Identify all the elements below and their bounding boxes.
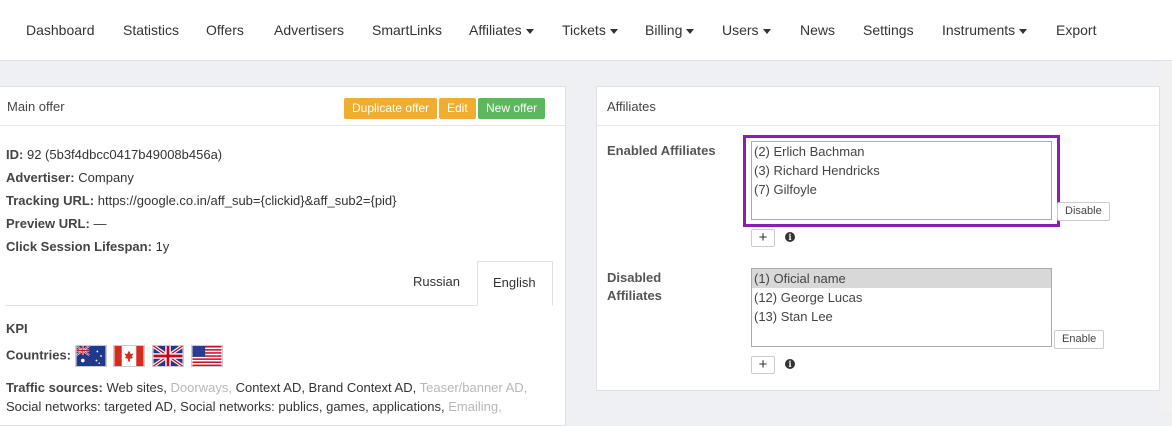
disabled-affiliates-label-line-1: Disabled [607,270,662,285]
offer-id-value: 92 (5b3f4dbcc0417b49008b456a) [26,147,223,162]
countries-line: Countries: [6,345,226,367]
nav-users-dropdown[interactable]: Users [722,22,771,38]
session-lifespan-value: 1y [155,239,170,254]
nav-offers[interactable]: Offers [206,22,244,38]
list-item[interactable]: (1) Oficial name [752,269,1051,288]
nav-billing-label: Billing [645,22,683,38]
plus-icon: + [758,356,768,373]
affiliates-title: Affiliates [597,87,1159,126]
edit-button[interactable]: Edit [439,98,476,119]
offer-id-line: ID: 92 (5b3f4dbcc0417b49008b456a) [6,147,222,162]
new-offer-button[interactable]: New offer [478,98,546,119]
traffic-source-item-disabled: Emailing, [448,399,502,414]
nav-affiliates-dropdown[interactable]: Affiliates [469,22,534,38]
usa-flag-icon [190,345,223,367]
disabled-affiliates-label-line-2: Affiliates [607,288,662,303]
chevron-down-icon [609,28,618,34]
uk-flag-icon [151,345,184,367]
offer-id-label: ID: [6,147,24,162]
nav-statistics[interactable]: Statistics [123,22,179,38]
disabled-affiliates-label: Disabled Affiliates [607,269,662,305]
advertiser-label: Advertiser: [6,170,75,185]
nav-tickets-label: Tickets [562,22,606,38]
nav-tickets-dropdown[interactable]: Tickets [562,22,618,38]
scrollbar[interactable] [1158,61,1172,411]
advertiser-value: Company [78,170,134,185]
tab-russian[interactable]: Russian [398,261,475,306]
chevron-down-icon [686,28,695,34]
chevron-down-icon [1019,28,1028,34]
nav-instruments-label: Instruments [942,22,1016,38]
nav-settings[interactable]: Settings [863,22,914,38]
info-icon[interactable]: i [785,359,795,369]
tracking-url-label: Tracking URL: [6,193,95,208]
preview-url-line: Preview URL: — [6,216,106,231]
kpi-title: KPI [6,321,28,336]
traffic-source-item-disabled: Teaser/banner AD, [419,380,528,395]
plus-icon: + [758,229,768,246]
enable-button[interactable]: Enable [1054,330,1105,349]
affiliates-panel: Affiliates Enabled Affiliates (2) Erlich… [596,86,1160,391]
advertiser-line: Advertiser: Company [6,170,134,185]
duplicate-offer-button[interactable]: Duplicate offer [344,98,438,119]
list-item[interactable]: (2) Erlich Bachman [752,142,1051,161]
nav-billing-dropdown[interactable]: Billing [645,22,695,38]
nav-dashboard[interactable]: Dashboard [26,22,95,38]
traffic-source-item: Social networks: targeted AD, Social net… [6,399,445,414]
top-nav: Dashboard Statistics Offers Advertisers … [0,0,1172,61]
list-item[interactable]: (12) George Lucas [752,288,1051,307]
countries-label: Countries: [6,347,71,363]
traffic-source-item: Web sites, [106,380,167,395]
nav-export[interactable]: Export [1056,22,1096,38]
nav-users-label: Users [722,22,759,38]
preview-url-label: Preview URL: [6,216,90,231]
tracking-url-line: Tracking URL: https://google.co.in/aff_s… [6,193,397,208]
traffic-sources-label: Traffic sources: [6,380,103,395]
nav-smartlinks[interactable]: SmartLinks [372,22,442,38]
nav-news[interactable]: News [800,22,835,38]
traffic-sources-line-2: Social networks: targeted AD, Social net… [6,399,502,414]
add-disabled-affiliate-button[interactable]: + [751,356,775,374]
tab-english[interactable]: English [477,261,553,306]
session-lifespan-label: Click Session Lifespan: [6,239,152,254]
enabled-affiliates-list[interactable]: (2) Erlich Bachman (3) Richard Hendricks… [751,141,1052,220]
tracking-url-value: https://google.co.in/aff_sub={clickid}&a… [97,193,397,208]
list-item[interactable]: (7) Gilfoyle [752,180,1051,199]
list-item[interactable]: (13) Stan Lee [752,307,1051,326]
nav-affiliates-label: Affiliates [469,22,522,38]
main-offer-panel: Main offer Duplicate offer Edit New offe… [0,86,566,426]
disabled-affiliates-list[interactable]: (1) Oficial name (12) George Lucas (13) … [751,268,1052,347]
chevron-down-icon [762,28,771,34]
australia-flag-icon [74,345,107,367]
enabled-affiliates-label: Enabled Affiliates [607,143,716,158]
canada-flag-icon [113,345,146,367]
chevron-down-icon [525,28,534,34]
list-item[interactable]: (3) Richard Hendricks [752,161,1051,180]
traffic-source-item-disabled: Doorways, [170,380,232,395]
add-enabled-affiliate-button[interactable]: + [751,229,775,247]
nav-instruments-dropdown[interactable]: Instruments [942,22,1028,38]
traffic-sources-line-1: Traffic sources: Web sites, Doorways, Co… [6,380,527,395]
disable-button[interactable]: Disable [1057,202,1110,221]
info-icon[interactable]: i [785,232,795,242]
nav-advertisers[interactable]: Advertisers [274,22,344,38]
traffic-source-item: Context AD, Brand Context AD, [235,380,417,395]
session-lifespan-line: Click Session Lifespan: 1y [6,239,169,254]
preview-url-value: — [93,216,107,231]
